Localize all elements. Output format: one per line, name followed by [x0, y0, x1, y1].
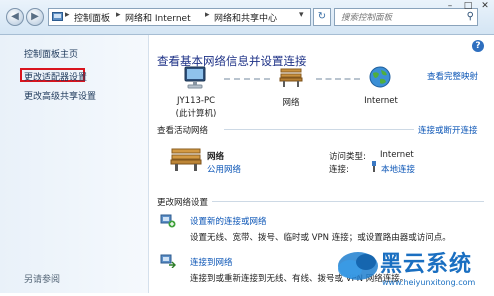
change-settings-heading: 更改网络设置 — [157, 198, 209, 208]
minimize-button[interactable]: – — [441, 0, 459, 13]
watermark-text: 黑云系统 — [380, 252, 473, 277]
window-toolbar: ◀ ▶ ▸ 控制面板 ▸ 网络和 Internet ▸ 网络和共享中心 ▾ ↻ … — [0, 0, 494, 35]
active-network-name: 网络 — [207, 152, 225, 162]
internet-globe-icon — [369, 66, 391, 91]
refresh-button[interactable]: ↻ — [313, 8, 331, 26]
watermark: 黑云系统 www.heiyunxitong.com — [330, 238, 494, 293]
sidebar-item-home[interactable]: 控制面板主页 — [24, 47, 78, 60]
connect-disconnect-link[interactable]: 连接或断开连接 — [418, 124, 478, 136]
network-type-link[interactable]: 公用网络 — [207, 163, 241, 175]
connection-label: 连接: — [329, 165, 349, 175]
breadcrumb-item[interactable]: 网络和 Internet — [125, 11, 191, 24]
full-map-link[interactable]: 查看完整映射 — [427, 70, 478, 82]
new-connection-icon — [160, 212, 176, 231]
active-networks-heading: 查看活动网络 — [157, 126, 209, 136]
help-icon[interactable]: ? — [472, 40, 484, 52]
maximize-button[interactable]: □ — [459, 0, 477, 13]
computer-icon — [182, 65, 208, 94]
divider — [224, 129, 414, 130]
computer-name: JY113-PC — [176, 96, 216, 106]
close-button[interactable]: ✕ — [476, 0, 494, 13]
forward-button[interactable]: ▶ — [26, 8, 44, 26]
connection-line — [316, 78, 360, 80]
sidebar-item-advanced-sharing[interactable]: 更改高级共享设置 — [24, 89, 96, 102]
computer-sub-label: (此计算机) — [175, 109, 217, 119]
access-type-label: 访问类型: — [329, 152, 366, 162]
see-also-heading: 另请参阅 — [24, 275, 61, 285]
breadcrumb-item[interactable]: 控制面板 — [74, 11, 110, 24]
network-bench-icon — [279, 66, 303, 91]
back-button[interactable]: ◀ — [6, 8, 24, 26]
local-connection-link[interactable]: 本地连接 — [381, 163, 415, 175]
ethernet-icon — [370, 161, 378, 175]
divider — [212, 201, 484, 202]
network-folder-icon — [52, 11, 63, 25]
connect-network-icon — [160, 252, 176, 271]
network-label: 网络 — [282, 98, 300, 108]
sidebar-item-adapter-settings[interactable]: 更改适配器设置 — [24, 70, 87, 83]
connect-network-link[interactable]: 连接到网络 — [190, 256, 233, 268]
connection-line — [224, 78, 270, 80]
network-bench-icon — [170, 146, 202, 175]
internet-label: Internet — [364, 96, 398, 106]
watermark-url: www.heiyunxitong.com — [382, 278, 476, 287]
access-type-value: Internet — [380, 150, 414, 160]
address-bar[interactable]: ▸ 控制面板 ▸ 网络和 Internet ▸ 网络和共享中心 ▾ — [48, 8, 311, 26]
setup-new-connection-link[interactable]: 设置新的连接或网络 — [190, 215, 267, 227]
breadcrumb-item[interactable]: 网络和共享中心 — [214, 11, 277, 24]
